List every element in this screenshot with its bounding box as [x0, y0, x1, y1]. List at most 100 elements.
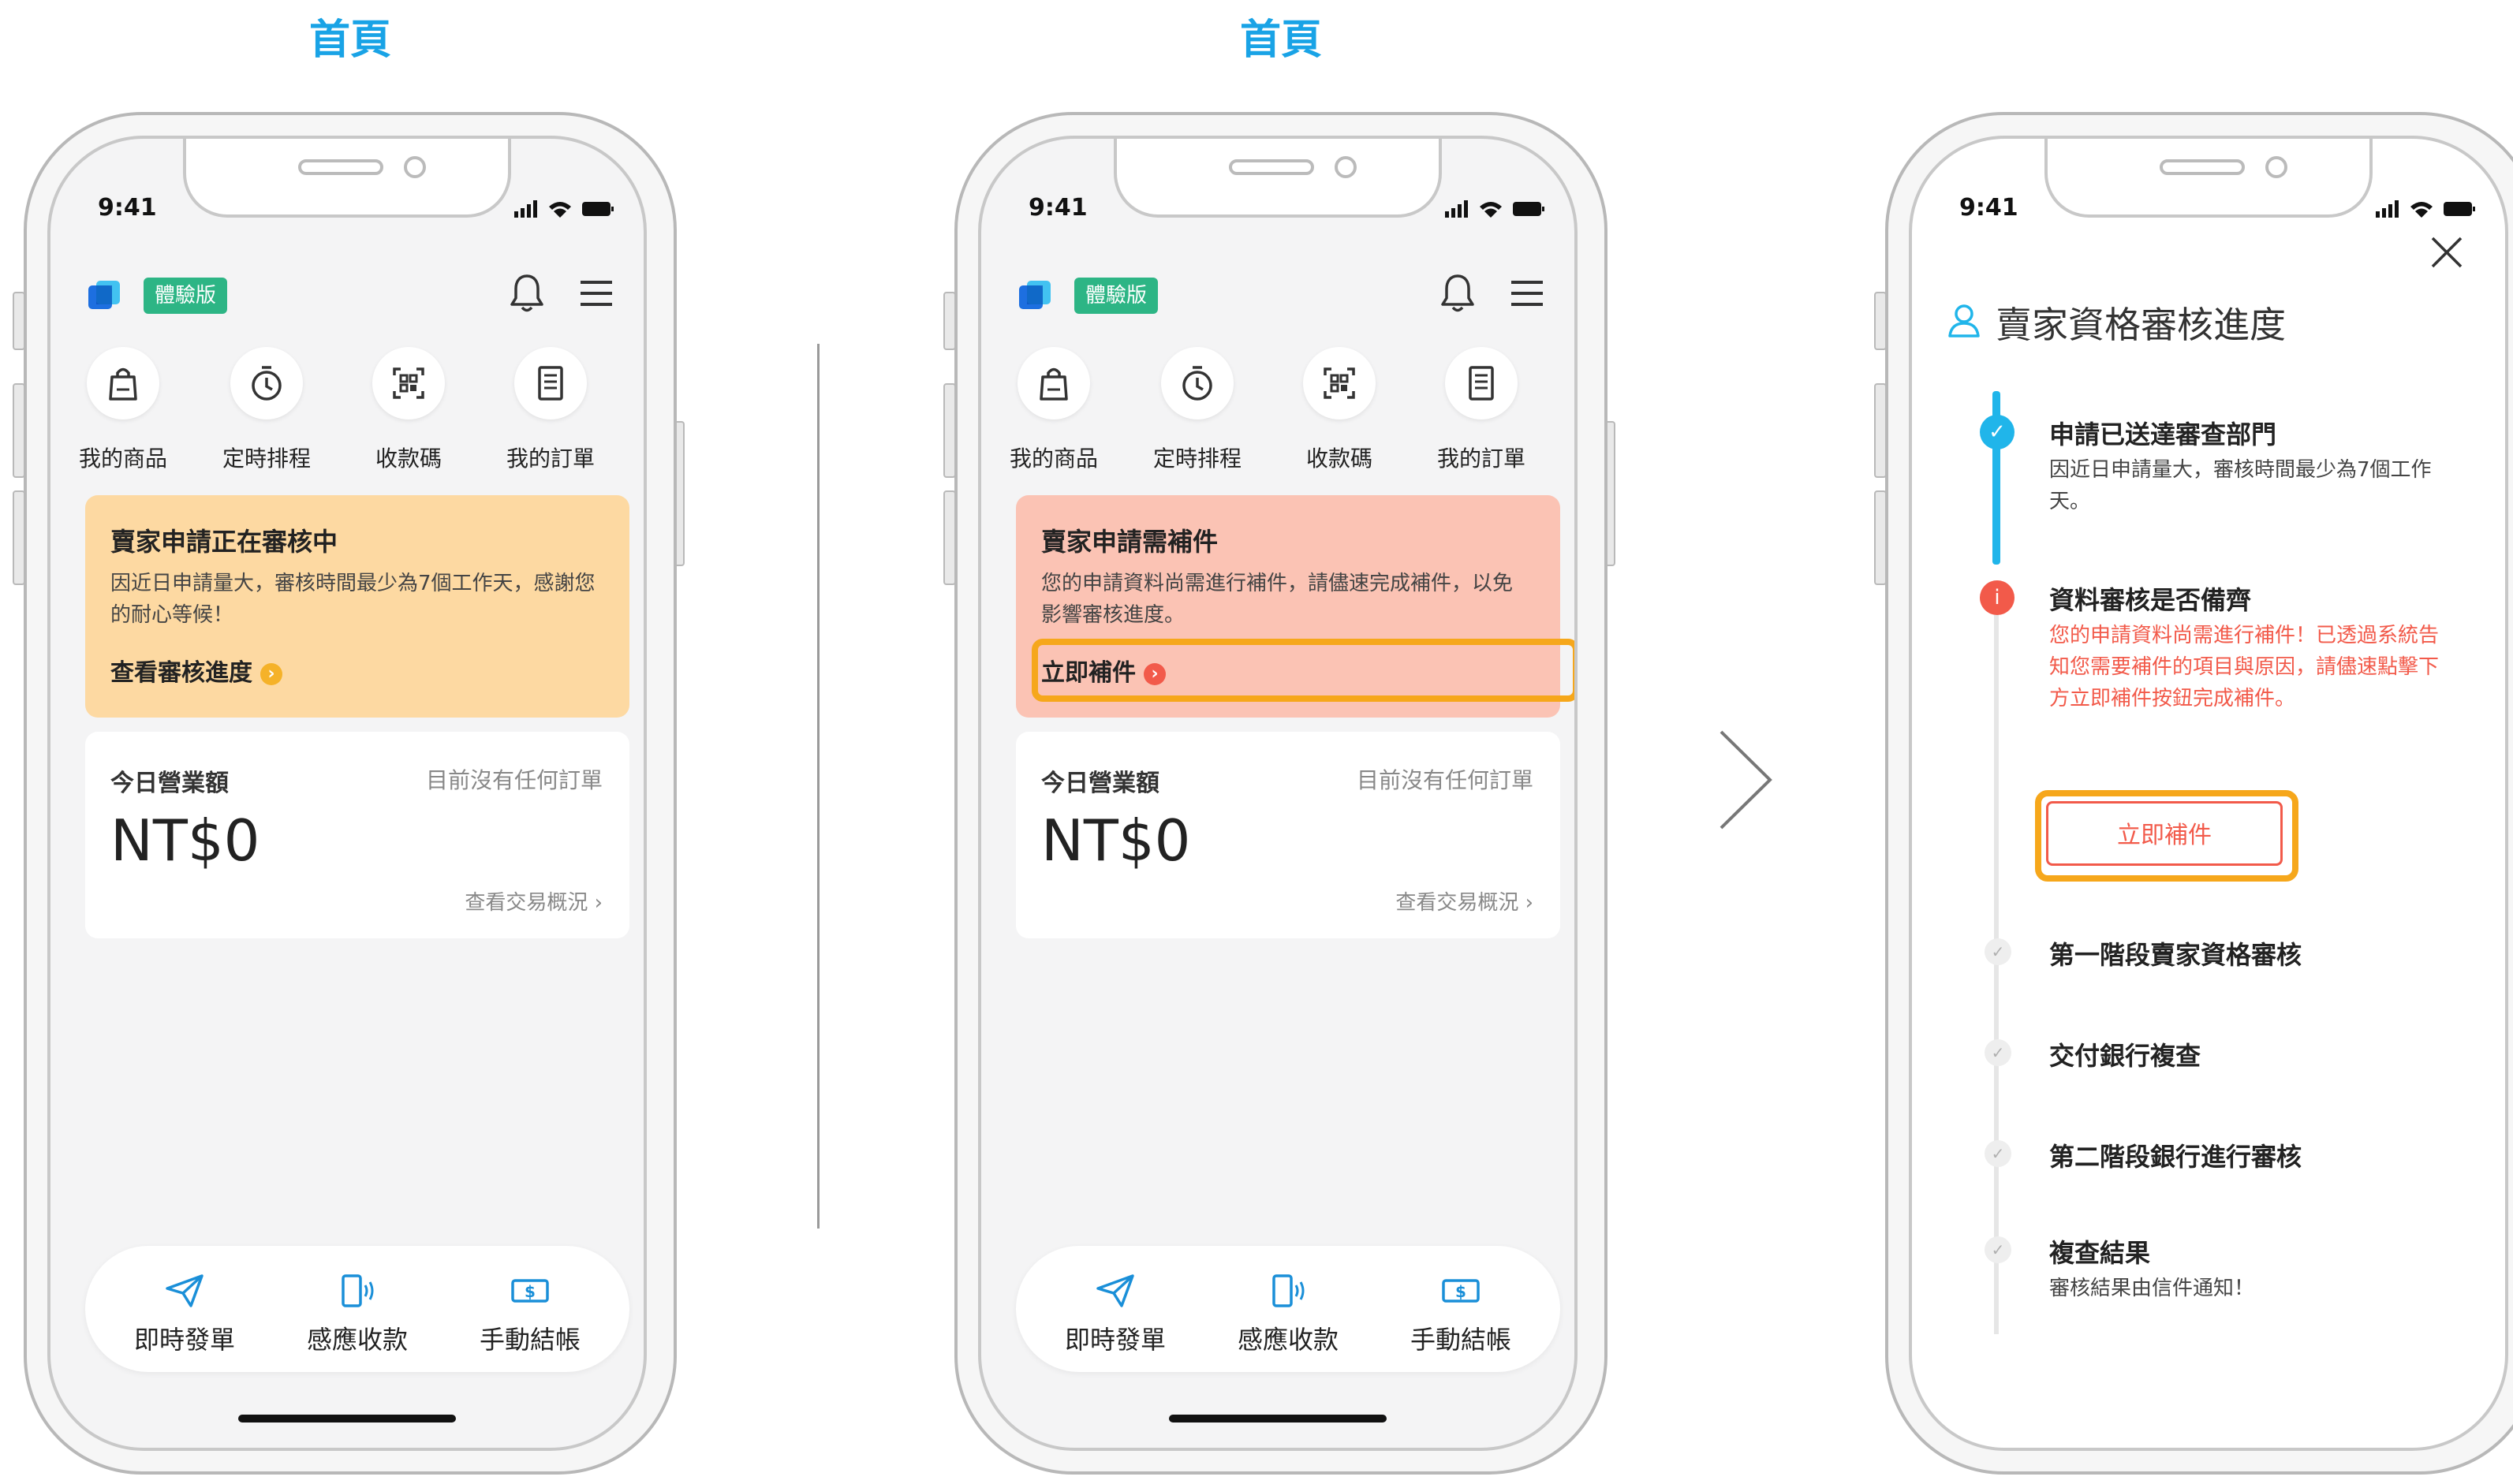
home-indicator [1169, 1415, 1387, 1422]
view-transactions-link[interactable]: 查看交易概況 › [465, 886, 603, 915]
quick-action-products[interactable]: 我的商品 [52, 347, 194, 473]
supplement-notice-card: 賣家申請需補件 您的申請資料尚需進行補件，請儘速完成補件，以免影響審核進度。 立… [1016, 495, 1574, 718]
quick-action-payment-code[interactable]: 收款碼 [338, 347, 480, 473]
quick-action-orders[interactable]: 我的訂單 [1410, 347, 1552, 473]
bag-icon [109, 367, 137, 401]
step-title: 第二階段銀行進行審核 [2049, 1142, 2302, 1172]
app-logo-icon [1019, 281, 1051, 309]
qr-scan-icon [393, 367, 424, 399]
supplement-now-link[interactable]: 立即補件 › [1041, 653, 1166, 688]
menu-icon[interactable] [579, 278, 614, 309]
notice-body: 您的申請資料尚需進行補件，請儘速完成補件，以免影響審核進度。 [1041, 572, 1514, 627]
supplement-now-button[interactable]: 立即補件 [2046, 801, 2283, 866]
bottom-action-label: 感應收款 [306, 1325, 408, 1355]
quick-action-label: 收款碼 [375, 446, 442, 472]
notice-link-label: 查看審核進度 [110, 659, 252, 687]
step-title: 資料審核是否備齊 [2049, 585, 2252, 615]
step-desc: 您的申請資料尚需進行補件！已透過系統告知您需要補件的項目與原因，請儘速點擊下方立… [2049, 624, 2440, 710]
send-icon [1096, 1274, 1134, 1307]
phone-notch [1114, 139, 1442, 218]
bottom-action-manual-checkout[interactable]: $ 手動結帳 [451, 1273, 609, 1356]
home-indicator [238, 1415, 456, 1422]
chevron-right-icon: › [1144, 662, 1166, 685]
review-notice-card: 賣家申請正在審核中 因近日申請量大，審核時間最少為7個工作天，感謝您的耐心等候！… [85, 495, 629, 718]
bottom-action-tap-pay[interactable]: 感應收款 [1209, 1273, 1367, 1356]
status-icons [1445, 200, 1544, 218]
quick-action-payment-code[interactable]: 收款碼 [1268, 347, 1410, 473]
quick-action-label: 我的商品 [78, 446, 167, 472]
status-time: 9:41 [1959, 194, 2018, 222]
notice-title: 賣家申請正在審核中 [110, 527, 338, 557]
timer-icon [252, 366, 282, 401]
quick-action-schedule[interactable]: 定時排程 [196, 347, 338, 473]
bottom-action-tap-pay[interactable]: 感應收款 [278, 1273, 436, 1356]
quick-action-products[interactable]: 我的商品 [983, 347, 1125, 473]
quick-action-label: 收款碼 [1305, 446, 1372, 472]
chevron-right-icon: › [260, 662, 282, 685]
status-icons [514, 200, 614, 218]
quick-action-label: 定時排程 [222, 446, 311, 472]
notice-title: 賣家申請需補件 [1041, 527, 1219, 557]
phone-home-supplement: 9:41 體驗版 我的商品 定時排程 收款碼 我的訂單 賣家申請需補件 您的申請… [943, 112, 1615, 1484]
status-time: 9:41 [98, 194, 157, 222]
bottom-action-send-bill[interactable]: 即時發單 [1036, 1273, 1194, 1356]
sales-card: 今日營業額 目前沒有任何訂單 NT$0 查看交易概況 › [85, 732, 629, 938]
quick-action-label: 我的商品 [1009, 446, 1098, 472]
phone-home-review: 9:41 體驗版 我的商品 定時排程 收款碼 我的訂單 賣家申請正在審核中 因近… [13, 112, 685, 1484]
view-review-progress-link[interactable]: 查看審核進度 › [110, 653, 282, 688]
bottom-action-send-bill[interactable]: 即時發單 [106, 1273, 263, 1356]
qr-scan-icon [1324, 367, 1355, 399]
check-icon: ✓ [1985, 1039, 2011, 1066]
view-transactions-link[interactable]: 查看交易概況 › [1395, 886, 1533, 915]
quick-action-label: 我的訂單 [506, 446, 595, 472]
bottom-action-bar: 即時發單 感應收款 $ 手動結帳 [1016, 1246, 1560, 1372]
quick-action-label: 我的訂單 [1436, 446, 1525, 472]
bottom-action-manual-checkout[interactable]: $ 手動結帳 [1382, 1273, 1540, 1356]
step-title: 交付銀行複查 [2049, 1041, 2201, 1071]
close-icon[interactable] [2429, 235, 2464, 270]
check-icon: ✓ [1980, 415, 2015, 449]
bottom-action-label: 手動結帳 [479, 1325, 581, 1355]
sales-amount: NT$0 [1041, 807, 1191, 874]
phone-review-progress: 9:41 賣家資格審核進度 ✓ 申請已送達審查部門 因近日申請量大，審核時間最少… [1874, 112, 2513, 1484]
divider-line [817, 344, 820, 1229]
check-icon: ✓ [1985, 1236, 2011, 1263]
quick-action-orders[interactable]: 我的訂單 [480, 347, 622, 473]
alert-icon: i [1980, 580, 2015, 615]
bottom-action-bar: 即時發單 感應收款 $ 手動結帳 [85, 1246, 629, 1372]
sales-status: 目前沒有任何訂單 [425, 767, 603, 793]
screen-title-2: 首頁 [1239, 17, 1322, 64]
step-title: 第一階段賣家資格審核 [2049, 940, 2302, 970]
receipt-icon [538, 366, 563, 401]
person-icon [1948, 304, 1980, 337]
panel-title: 賣家資格審核進度 [1996, 304, 2286, 346]
cash-icon: $ [1442, 1279, 1480, 1303]
bottom-action-label: 感應收款 [1237, 1325, 1339, 1355]
timer-icon [1182, 366, 1212, 401]
status-icons [2376, 200, 2475, 218]
notice-body: 因近日申請量大，審核時間最少為7個工作天，感謝您的耐心等候！ [110, 572, 596, 627]
send-icon [166, 1274, 204, 1307]
phone-notch [183, 139, 511, 218]
bag-icon [1040, 367, 1068, 401]
sales-label: 今日營業額 [1041, 770, 1159, 797]
bottom-action-label: 即時發單 [1064, 1325, 1166, 1355]
receipt-icon [1469, 366, 1494, 401]
sales-amount: NT$0 [110, 807, 260, 874]
step-desc: 審核結果由信件通知！ [2049, 1277, 2255, 1300]
menu-icon[interactable] [1510, 278, 1544, 309]
svg-text:$: $ [525, 1282, 536, 1301]
nfc-icon [342, 1274, 374, 1307]
app-logo-icon [88, 281, 120, 309]
sales-label: 今日營業額 [110, 770, 229, 797]
bell-icon[interactable] [508, 271, 546, 314]
bell-icon[interactable] [1439, 271, 1477, 314]
step-title: 複查結果 [2049, 1238, 2151, 1268]
quick-action-schedule[interactable]: 定時排程 [1126, 347, 1268, 473]
step-desc: 因近日申請量大，審核時間最少為7個工作天。 [2049, 458, 2432, 513]
bottom-action-label: 即時發單 [133, 1325, 235, 1355]
cash-icon: $ [511, 1279, 549, 1303]
screen-title-1: 首頁 [308, 17, 391, 64]
chevron-right-icon [1720, 730, 1772, 830]
nfc-icon [1272, 1274, 1305, 1307]
